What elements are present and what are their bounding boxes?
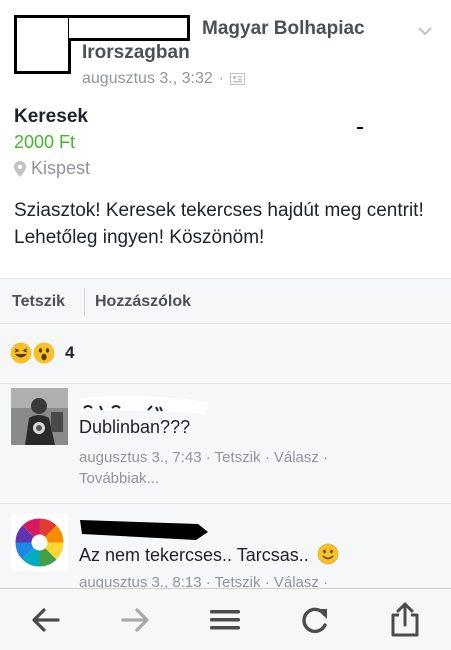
action-divider <box>84 288 85 316</box>
back-arrow-icon[interactable] <box>30 605 62 635</box>
stray-mark <box>357 127 363 129</box>
reaction-count: 4 <box>65 343 75 362</box>
meta-separator: · <box>205 449 211 466</box>
reload-icon[interactable] <box>299 605 331 635</box>
comment-item: Dublinban??? augusztus 3., 7:43 · Tetszi… <box>0 384 451 504</box>
forward-arrow-icon[interactable] <box>119 605 151 635</box>
commenter-avatar[interactable] <box>11 514 68 571</box>
reactions-bar[interactable]: 4 <box>0 324 451 384</box>
share-icon[interactable] <box>389 601 421 637</box>
commenter-avatar[interactable] <box>11 388 68 445</box>
browser-toolbar <box>0 588 451 650</box>
meta-separator: · <box>264 449 270 466</box>
meta-separator: · <box>218 70 225 87</box>
comment-text: Dublinban??? <box>79 417 191 437</box>
comment-meta: augusztus 3., 7:43 · Tetszik · Válasz · … <box>79 447 439 489</box>
post-body: Sziasztok! Keresek tekercses hajdút meg … <box>14 200 424 248</box>
listing-price: 2000 Ft <box>14 132 76 152</box>
wow-icon <box>33 342 55 364</box>
redacted-author-name <box>69 15 190 41</box>
smile-emoji-icon <box>317 543 339 565</box>
group-name[interactable]: Magyar Bolhapiac <box>202 18 365 40</box>
group-name-continued[interactable]: Irorszagban <box>82 42 190 64</box>
location-name[interactable]: Kispest <box>31 158 90 179</box>
comment-like-link[interactable]: Tetszik <box>215 449 261 466</box>
captain-america-avatar-icon <box>11 388 68 445</box>
redacted-commenter-name <box>80 395 208 414</box>
comment-more-link[interactable]: Továbbiak... <box>79 470 159 487</box>
rainbow-swirl-avatar-icon <box>11 514 68 571</box>
redacted-commenter-name <box>80 520 208 540</box>
listing-location: Kispest <box>14 158 90 179</box>
comment-text-content: Az nem tekercses.. Tarcsas.. <box>79 545 309 565</box>
post-meta: augusztus 3., 3:32 · <box>82 70 246 88</box>
post-card: Magyar Bolhapiac Irorszagban augusztus 3… <box>0 0 451 278</box>
listing-title: Keresek <box>14 106 88 127</box>
comment-reply-link[interactable]: Válasz <box>274 449 319 466</box>
like-button[interactable]: Tetszik <box>12 293 65 311</box>
haha-icon <box>10 342 32 364</box>
action-bar: Tetszik Hozzászólok <box>0 278 451 324</box>
group-privacy-icon <box>230 73 246 85</box>
post-timestamp[interactable]: augusztus 3., 3:32 <box>82 70 213 88</box>
meta-separator: · <box>323 449 329 466</box>
comment-item: Az nem tekercses.. Tarcsas.. augusztus 3… <box>0 504 451 591</box>
chevron-down-icon[interactable] <box>418 24 432 38</box>
post-author-avatar[interactable] <box>14 15 71 74</box>
comment-button[interactable]: Hozzászólok <box>95 293 191 311</box>
menu-icon[interactable] <box>209 605 241 635</box>
comment-text: Az nem tekercses.. Tarcsas.. <box>79 543 339 566</box>
location-pin-icon <box>14 160 26 177</box>
comment-time[interactable]: augusztus 3., 7:43 <box>79 449 202 466</box>
